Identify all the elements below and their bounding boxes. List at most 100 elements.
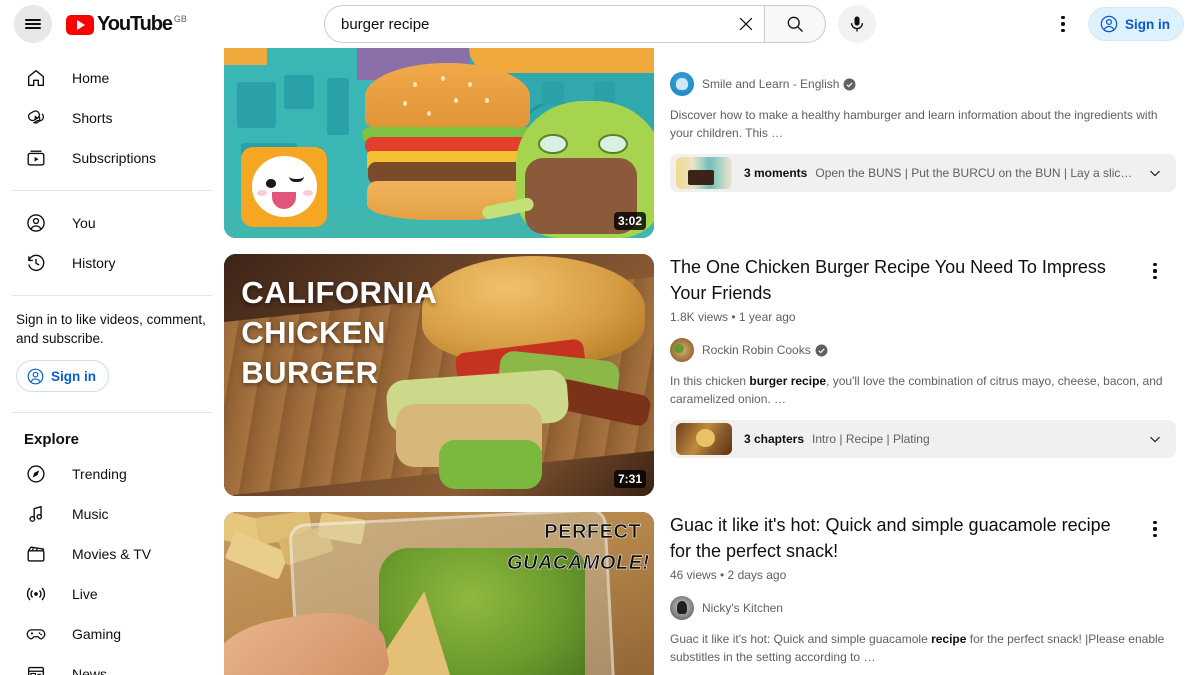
thumbnail-overlay-text: GUACAMOLE!: [506, 551, 650, 574]
video-title[interactable]: Guac it like it's hot: Quick and simple …: [670, 512, 1176, 564]
sidebar-item-shorts[interactable]: Shorts: [12, 98, 212, 138]
video-duration-badge: 3:02: [613, 212, 646, 230]
chapters-row: 3 chapters Intro | Recipe | Plating: [670, 420, 1176, 458]
signin-promo-text: Sign in to like videos, comment, and sub…: [16, 312, 206, 346]
video-options-menu-icon[interactable]: [1140, 514, 1170, 544]
sidebar-item-label: News: [72, 666, 108, 675]
masthead: YouTube GB burger recipe Sign in: [0, 0, 1200, 48]
avatar: [670, 72, 694, 96]
channel-row[interactable]: Smile and Learn - English: [670, 72, 1176, 96]
kebab-menu-icon[interactable]: [1044, 5, 1082, 43]
search-input[interactable]: [341, 15, 728, 33]
video-options-menu-icon[interactable]: [1140, 256, 1170, 286]
video-description: In this chicken burger recipe, you'll lo…: [670, 372, 1176, 408]
video-description: Discover how to make a healthy hamburger…: [670, 108, 1158, 140]
sidebar-item-news[interactable]: News: [12, 654, 212, 675]
video-info: Guac it like it's hot: Quick and simple …: [654, 512, 1176, 675]
sidebar-item-label: Subscriptions: [72, 150, 157, 166]
channel-row[interactable]: Rockin Robin Cooks: [670, 338, 1176, 362]
chevron-down-icon[interactable]: [1146, 430, 1164, 448]
youtube-country-code: GB: [173, 14, 187, 24]
sidebar-item-you[interactable]: You: [12, 203, 212, 243]
movies-icon: [24, 542, 48, 566]
chapter-thumbnail: [676, 423, 732, 455]
masthead-right: Sign in: [976, 5, 1200, 43]
sidebar-item-music[interactable]: Music: [12, 494, 212, 534]
description-highlight: recipe: [931, 632, 967, 646]
california-chicken-burger-thumbnail: CALIFORNIA CHICKEN BURGER: [224, 254, 654, 496]
sidebar-divider: [12, 412, 212, 413]
sidebar-divider: [12, 295, 212, 296]
sidebar-signin-promo: Sign in to like videos, comment, and sub…: [0, 308, 224, 400]
burger-illustration: [361, 63, 534, 223]
home-icon: [24, 66, 48, 90]
youtube-play-icon: [66, 15, 94, 35]
search-results-panel[interactable]: 3:02 Smile and Learn - English Discover …: [224, 48, 1200, 675]
chevron-down-icon[interactable]: [1146, 164, 1164, 182]
gaming-icon: [24, 622, 48, 646]
masthead-center: [224, 5, 976, 43]
sidebar-sign-in-label: Sign in: [51, 368, 96, 384]
trending-icon: [24, 462, 48, 486]
sidebar-divider: [12, 190, 212, 191]
sign-in-button[interactable]: Sign in: [1088, 7, 1184, 41]
chapters-chip[interactable]: 3 chapters Intro | Recipe | Plating: [670, 420, 1176, 458]
verified-badge-icon: [843, 78, 856, 91]
video-thumbnail[interactable]: PERFECT GUACAMOLE!: [224, 512, 654, 675]
sidebar-item-label: Movies & TV: [72, 546, 152, 562]
chapter-list: Intro | Recipe | Plating: [812, 432, 930, 446]
masthead-left: YouTube GB: [0, 5, 224, 43]
account-icon: [27, 368, 44, 384]
search-result-item: PERFECT GUACAMOLE! Guac it like it's hot…: [224, 512, 1200, 675]
search-result-item: CALIFORNIA CHICKEN BURGER 7:31 The One C…: [224, 254, 1200, 496]
sidebar-item-home[interactable]: Home: [12, 58, 212, 98]
guacamole-thumbnail: PERFECT GUACAMOLE!: [224, 512, 654, 675]
channel-row[interactable]: Nicky's Kitchen: [670, 596, 1176, 620]
sidebar-item-label: History: [72, 255, 116, 271]
description-prefix: In this chicken: [670, 374, 750, 388]
shorts-icon: [24, 106, 48, 130]
video-duration-badge: 7:31: [613, 470, 646, 488]
video-title[interactable]: The One Chicken Burger Recipe You Need T…: [670, 254, 1176, 306]
sidebar-sign-in-button[interactable]: Sign in: [16, 360, 109, 392]
description-prefix: Guac it like it's hot: Quick and simple …: [670, 632, 932, 646]
search-icon[interactable]: [764, 5, 826, 43]
sidebar-item-subscriptions[interactable]: Subscriptions: [12, 138, 212, 178]
verified-badge-icon: [815, 344, 828, 357]
hamburger-icon[interactable]: [14, 5, 52, 43]
sidebar-primary-group: Home Shorts Subscriptions: [0, 58, 224, 178]
video-thumbnail[interactable]: 3:02: [224, 48, 654, 238]
sidebar-item-trending[interactable]: Trending: [12, 454, 212, 494]
youtube-logo-text: YouTube: [97, 13, 173, 35]
channel-name: Nicky's Kitchen: [702, 601, 783, 615]
chapter-thumbnail: [676, 157, 732, 189]
sidebar-item-label: Live: [72, 586, 98, 602]
thumbnail-overlay-text: CALIFORNIA CHICKEN BURGER: [241, 275, 438, 391]
sidebar-item-movies[interactable]: Movies & TV: [12, 534, 212, 574]
sidebar: Home Shorts Subscriptions You History Si…: [0, 48, 224, 675]
sidebar-item-history[interactable]: History: [12, 243, 212, 283]
sidebar-secondary-group: You History: [0, 203, 224, 283]
sidebar-explore-group: Trending Music Movies & TV Live Gaming N…: [0, 454, 224, 675]
chapters-row: 3 moments Open the BUNS | Put the BURCU …: [670, 154, 1176, 192]
moments-chip[interactable]: 3 moments Open the BUNS | Put the BURCU …: [670, 154, 1176, 192]
channel-name: Smile and Learn - English: [702, 77, 840, 91]
live-icon: [24, 582, 48, 606]
chapter-list: Open the BUNS | Put the BURCU on the BUN…: [815, 166, 1138, 180]
chapter-count: 3 moments: [744, 166, 808, 180]
avatar: [670, 596, 694, 620]
sidebar-item-label: Music: [72, 506, 109, 522]
close-icon[interactable]: [728, 6, 764, 42]
news-icon: [24, 662, 48, 675]
channel-mascot-badge: [241, 146, 328, 227]
video-thumbnail[interactable]: CALIFORNIA CHICKEN BURGER 7:31: [224, 254, 654, 496]
search-box[interactable]: [324, 5, 764, 43]
youtube-logo[interactable]: YouTube GB: [66, 13, 187, 35]
chapter-count: 3 chapters: [744, 432, 805, 446]
sidebar-item-live[interactable]: Live: [12, 574, 212, 614]
sidebar-item-gaming[interactable]: Gaming: [12, 614, 212, 654]
sign-in-label: Sign in: [1125, 16, 1170, 32]
microphone-icon[interactable]: [838, 5, 876, 43]
sidebar-item-label: Home: [72, 70, 110, 86]
account-icon: [1100, 15, 1118, 33]
